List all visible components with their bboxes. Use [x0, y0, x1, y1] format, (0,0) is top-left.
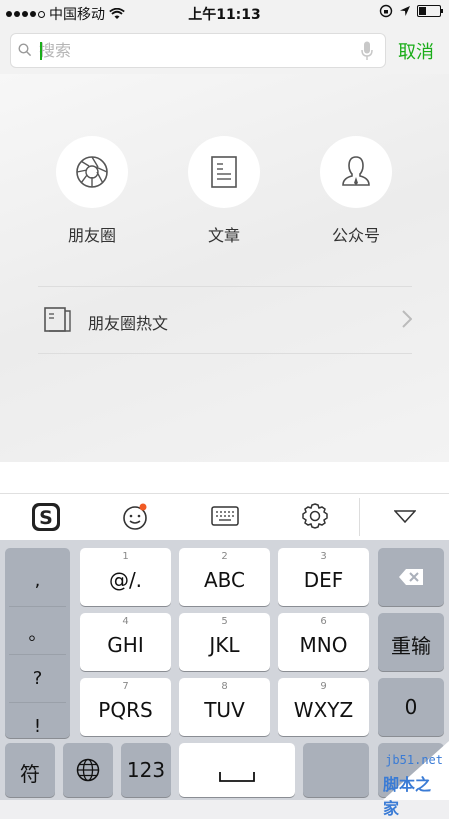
backspace-icon [399, 569, 423, 585]
shutter-icon [76, 156, 108, 188]
category-articles-circle [188, 136, 260, 208]
location-icon [400, 6, 410, 16]
category-moments-circle [56, 136, 128, 208]
symbol-key[interactable]: 符 [5, 743, 55, 797]
key-number: 7 [122, 681, 129, 692]
category-row: 朋友圈 文章 公众号 [0, 136, 449, 246]
key-number: 9 [320, 681, 327, 692]
punct-key-exclaim[interactable]: ! [5, 716, 70, 737]
search-icon [18, 43, 32, 57]
punct-key-period[interactable]: 。 [5, 620, 70, 646]
key-number: 2 [221, 551, 228, 562]
punct-divider [9, 702, 66, 703]
toolbar-divider [359, 498, 360, 536]
key-6[interactable]: 6 MNO [278, 613, 369, 671]
site-watermark: jb51.net 脚本之家 [383, 741, 449, 818]
microphone-icon[interactable] [361, 41, 373, 61]
key-1[interactable]: 1 @/. [80, 548, 171, 606]
category-official-accounts[interactable]: 公众号 [296, 136, 416, 246]
key-label: GHI [107, 633, 144, 657]
key-number: 1 [122, 551, 129, 562]
collapse-icon[interactable] [394, 510, 416, 524]
person-icon [342, 156, 370, 186]
punctuation-column: , 。 ? ! [5, 548, 70, 738]
globe-key[interactable] [63, 743, 113, 797]
key-2[interactable]: 2 ABC [179, 548, 270, 606]
globe-icon [76, 758, 100, 782]
key-4[interactable]: 4 GHI [80, 613, 171, 671]
key-label: JKL [209, 633, 240, 657]
search-header: 取消 [0, 26, 449, 74]
enter-key[interactable] [303, 743, 369, 797]
sogou-logo-icon[interactable]: S [31, 502, 61, 532]
text-caret [40, 42, 42, 60]
key-label: ABC [203, 568, 245, 592]
battery-icon [417, 5, 443, 17]
chevron-right-icon [402, 310, 412, 328]
key-number: 6 [320, 616, 327, 627]
key-label: WXYZ [293, 698, 354, 722]
svg-text:S: S [39, 507, 53, 529]
key-7[interactable]: 7 PQRS [80, 678, 171, 736]
key-9[interactable]: 9 WXYZ [278, 678, 369, 736]
backspace-key[interactable] [378, 548, 444, 606]
key-label: @/. [108, 568, 143, 592]
key-label: MNO [299, 633, 348, 657]
key-label: TUV [204, 698, 245, 722]
punct-divider [9, 606, 66, 607]
key-number: 5 [221, 616, 228, 627]
key-label: DEF [303, 568, 344, 592]
blank-area [0, 462, 449, 493]
hot-articles-row[interactable]: 朋友圈热文 [38, 286, 412, 354]
key-number: 4 [122, 616, 129, 627]
number-switch-key[interactable]: 123 [121, 743, 171, 797]
retype-label: 重输 [391, 634, 431, 658]
punct-key-question[interactable]: ? [5, 668, 70, 689]
hot-articles-label: 朋友圈热文 [88, 314, 169, 333]
zero-key[interactable]: 0 [378, 678, 444, 736]
emoji-icon[interactable] [121, 502, 151, 532]
keyboard: , 。 ? ! 1 @/. 2 ABC 3 DEF 4 GHI 5 JKL 6 … [0, 540, 449, 800]
key-5[interactable]: 5 JKL [179, 613, 270, 671]
zero-label: 0 [404, 695, 418, 719]
search-input[interactable] [39, 38, 349, 62]
rotation-lock-icon [379, 4, 393, 18]
symbol-label: 符 [20, 762, 40, 786]
book-icon [44, 307, 71, 332]
keyboard-toolbar: S [0, 493, 449, 541]
number-switch-label: 123 [126, 758, 166, 782]
key-8[interactable]: 8 TUV [179, 678, 270, 736]
punct-key-comma[interactable]: , [5, 570, 70, 591]
status-bar: 中国移动 上午11:13 [0, 0, 449, 26]
category-moments-label: 朋友圈 [67, 226, 116, 245]
watermark-name: 脚本之家 [383, 775, 432, 818]
settings-icon[interactable] [301, 502, 329, 530]
category-articles[interactable]: 文章 [164, 136, 284, 246]
key-3[interactable]: 3 DEF [278, 548, 369, 606]
category-moments[interactable]: 朋友圈 [32, 136, 152, 246]
search-box[interactable] [10, 33, 386, 68]
key-number: 8 [221, 681, 228, 692]
watermark-site: jb51.net [385, 753, 443, 767]
document-icon [211, 156, 237, 188]
space-key[interactable] [179, 743, 295, 797]
space-icon [219, 772, 255, 782]
punct-divider [9, 654, 66, 655]
key-label: PQRS [98, 698, 153, 722]
search-suggestions-panel: 朋友圈 文章 公众号 朋友圈热文 [0, 74, 449, 462]
retype-key[interactable]: 重输 [378, 613, 444, 671]
status-right [379, 4, 443, 18]
key-number: 3 [320, 551, 327, 562]
keyboard-icon[interactable] [211, 506, 239, 528]
category-official-accounts-circle [320, 136, 392, 208]
cancel-button[interactable]: 取消 [398, 38, 434, 64]
category-official-accounts-label: 公众号 [331, 226, 380, 245]
category-articles-label: 文章 [207, 226, 240, 245]
